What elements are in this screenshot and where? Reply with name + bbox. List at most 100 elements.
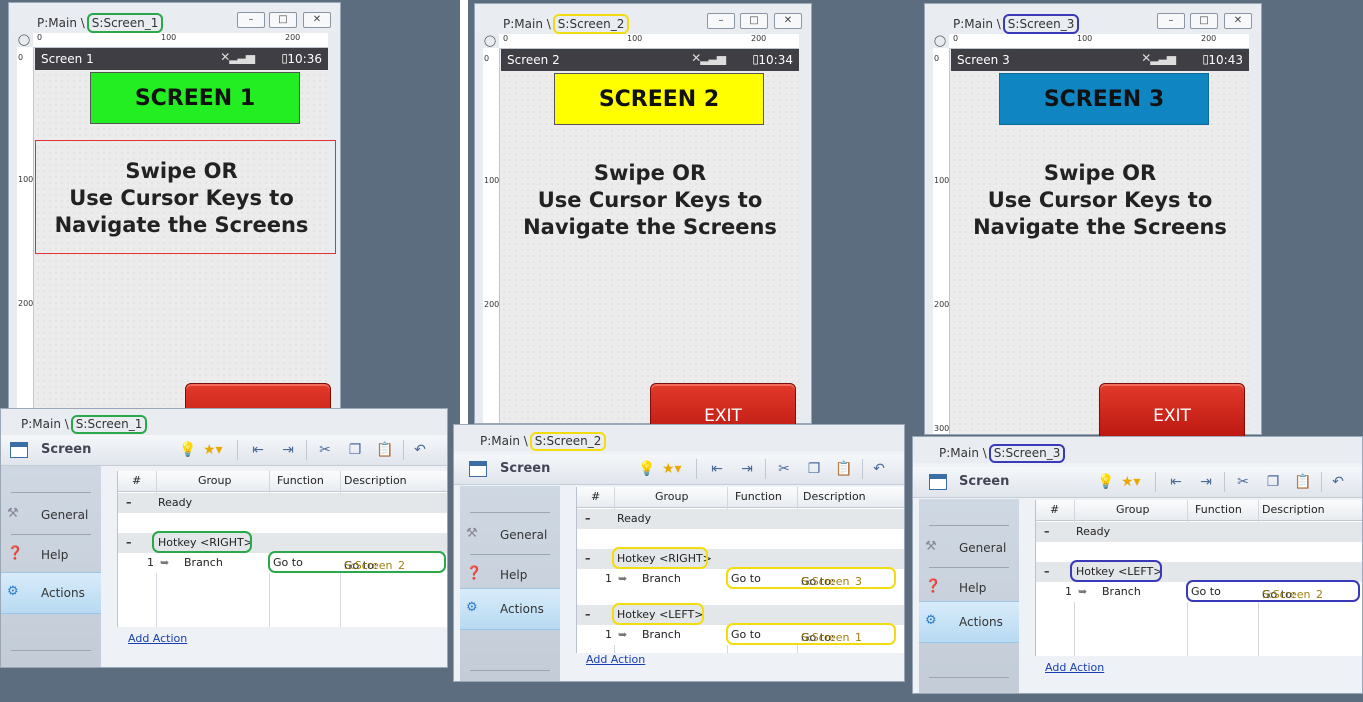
group-row-ready[interactable]: – Ready — [1036, 522, 1362, 542]
collapse-icon[interactable]: – — [126, 536, 132, 549]
window-icon — [10, 442, 28, 458]
lightbulb-icon[interactable]: 💡 — [179, 441, 197, 459]
panel-titlebar: P:Main \ S:Screen_1 — [1, 409, 447, 435]
star-icon[interactable]: ★▾ — [1121, 473, 1141, 491]
device-status-bar: Screen 2 ✕▂▃▅ ▯ 10:34 — [501, 49, 799, 71]
ruler-settings-icon[interactable]: ◯ — [933, 34, 947, 48]
close-button[interactable]: ✕ — [303, 12, 331, 28]
cut-icon[interactable]: ✂ — [1234, 473, 1252, 491]
designer-titlebar: P:Main \ S:Screen_3 – □ ✕ — [925, 4, 1261, 34]
maximize-button[interactable]: □ — [740, 13, 768, 29]
copy-icon[interactable]: ❐ — [346, 441, 364, 459]
cut-icon[interactable]: ✂ — [775, 460, 793, 478]
paste-icon[interactable]: 📋 — [1294, 473, 1312, 491]
lightbulb-icon[interactable]: 💡 — [638, 460, 656, 478]
toolbar-separator — [1224, 472, 1225, 492]
lightbulb-icon[interactable]: 💡 — [1097, 473, 1115, 491]
star-icon[interactable]: ★▾ — [203, 441, 223, 459]
indent-icon[interactable]: ⇥ — [1197, 473, 1215, 491]
ruler-settings-icon[interactable]: ◯ — [483, 34, 497, 48]
screen-banner[interactable]: SCREEN 1 — [90, 72, 300, 124]
signal-icon: ✕▂▃▅ — [1141, 51, 1176, 65]
maximize-button[interactable]: □ — [1190, 13, 1218, 29]
sidebar-divider — [929, 525, 1009, 526]
close-button[interactable]: ✕ — [774, 13, 802, 29]
collapse-icon[interactable]: – — [126, 496, 132, 509]
indent-icon[interactable]: ⇥ — [279, 441, 297, 459]
minimize-button[interactable]: – — [707, 13, 735, 29]
ruler-settings-icon[interactable]: ◯ — [17, 33, 31, 47]
close-button[interactable]: ✕ — [1224, 13, 1252, 29]
ruler-label: 0 — [953, 34, 959, 43]
collapse-icon[interactable]: – — [1044, 565, 1050, 578]
instruction-text[interactable]: Swipe OR Use Cursor Keys to Navigate the… — [951, 160, 1249, 241]
sidebar-item-general[interactable]: ⚒ General — [460, 515, 560, 555]
outdent-icon[interactable]: ⇤ — [708, 460, 726, 478]
instruction-text[interactable]: Swipe OR Use Cursor Keys to Navigate the… — [501, 160, 799, 241]
minimize-button[interactable]: – — [237, 12, 265, 28]
screen-tag: S:Screen_3 — [988, 444, 1066, 463]
collapse-icon[interactable]: – — [585, 512, 591, 525]
column-header: Description — [1262, 503, 1325, 516]
path-prefix: P:Main \ — [37, 16, 85, 30]
sidebar-item-general[interactable]: ⚒ General — [919, 528, 1019, 568]
panel-toolbar: Screen 💡 ★▾ ⇤ ⇥ ✂ ❐ 📋 ↶ — [913, 467, 1362, 498]
column-header: # — [132, 474, 142, 487]
screen-designer-window-2: P:Main \ S:Screen_2 – □ ✕ ◯ 0 100 200 0 1… — [474, 3, 812, 449]
screen-banner[interactable]: SCREEN 2 — [554, 73, 764, 125]
undo-icon[interactable]: ↶ — [1329, 473, 1347, 491]
actions-grid: # Group Function Description – Ready – Hot… — [576, 487, 904, 653]
actions-grid: # Group Function Description – Ready – Hot… — [1035, 500, 1362, 656]
sidebar-divider — [929, 677, 1009, 678]
copy-icon[interactable]: ❐ — [1264, 473, 1282, 491]
sidebar-item-general[interactable]: ⚒ General — [1, 495, 101, 535]
collapse-icon[interactable]: – — [585, 608, 591, 621]
maximize-button[interactable]: □ — [269, 12, 297, 28]
ruler-label: 0 — [934, 54, 940, 63]
path-prefix: P:Main \ — [939, 446, 987, 460]
outdent-icon[interactable]: ⇤ — [1167, 473, 1185, 491]
collapse-icon[interactable]: – — [1044, 525, 1050, 538]
collapse-icon[interactable]: – — [585, 552, 591, 565]
instruction-line: Navigate the Screens — [523, 215, 777, 239]
row-number: 1 — [147, 556, 154, 569]
add-action-link[interactable]: Add Action — [1045, 661, 1104, 674]
star-icon[interactable]: ★▾ — [662, 460, 682, 478]
panel-toolbar: Screen 💡 ★▾ ⇤ ⇥ ✂ ❐ 📋 ↶ — [454, 454, 904, 485]
screen-banner[interactable]: SCREEN 3 — [999, 73, 1209, 125]
sidebar-item-label: Actions — [500, 602, 544, 616]
group-row-ready[interactable]: – Ready — [118, 493, 447, 513]
screen-designer-window-1: P:Main \ S:Screen_1 – □ ✕ ◯ 0 100 200 0 1… — [8, 2, 341, 449]
outdent-icon[interactable]: ⇤ — [249, 441, 267, 459]
column-header: # — [591, 490, 601, 503]
instruction-text[interactable]: Swipe OR Use Cursor Keys to Navigate the… — [35, 158, 328, 239]
copy-icon[interactable]: ❐ — [805, 460, 823, 478]
group-row-ready[interactable]: – Ready — [577, 509, 904, 529]
indent-icon[interactable]: ⇥ — [738, 460, 756, 478]
sidebar-item-label: Help — [41, 548, 69, 562]
toolbar-separator — [306, 440, 307, 460]
sidebar-item-help[interactable]: ❓ Help — [1, 535, 101, 575]
add-action-link[interactable]: Add Action — [586, 653, 645, 666]
cut-icon[interactable]: ✂ — [316, 441, 334, 459]
ruler-label: 100 — [627, 34, 643, 43]
ruler-label: 100 — [161, 33, 177, 42]
screen-canvas[interactable]: Screen 2 ✕▂▃▅ ▯ 10:34 SCREEN 2 Swipe OR … — [501, 49, 799, 449]
sidebar-item-actions[interactable]: ⚙ Actions — [460, 588, 560, 630]
sidebar-item-label: General — [41, 508, 89, 522]
sidebar-item-actions[interactable]: ⚙ Actions — [1, 572, 101, 614]
undo-icon[interactable]: ↶ — [411, 441, 429, 459]
add-action-link[interactable]: Add Action — [128, 632, 187, 645]
screen-canvas[interactable]: Screen 1 ✕▂▃▅ ▯ 10:36 SCREEN 1 Swipe OR … — [35, 48, 336, 449]
sidebar-item-actions[interactable]: ⚙ Actions — [919, 601, 1019, 643]
instruction-line: Navigate the Screens — [973, 215, 1227, 239]
minimize-button[interactable]: – — [1157, 13, 1185, 29]
instruction-line: Use Cursor Keys to — [987, 188, 1213, 212]
paste-icon[interactable]: 📋 — [376, 441, 394, 459]
paste-icon[interactable]: 📋 — [835, 460, 853, 478]
row-number: 1 — [1065, 585, 1072, 598]
undo-icon[interactable]: ↶ — [870, 460, 888, 478]
group-label: Ready — [617, 512, 652, 525]
screen-canvas[interactable]: Screen 3 ✕▂▃▅ ▯ 10:43 SCREEN 3 Swipe OR … — [951, 49, 1249, 449]
toolbar-separator — [403, 440, 404, 460]
